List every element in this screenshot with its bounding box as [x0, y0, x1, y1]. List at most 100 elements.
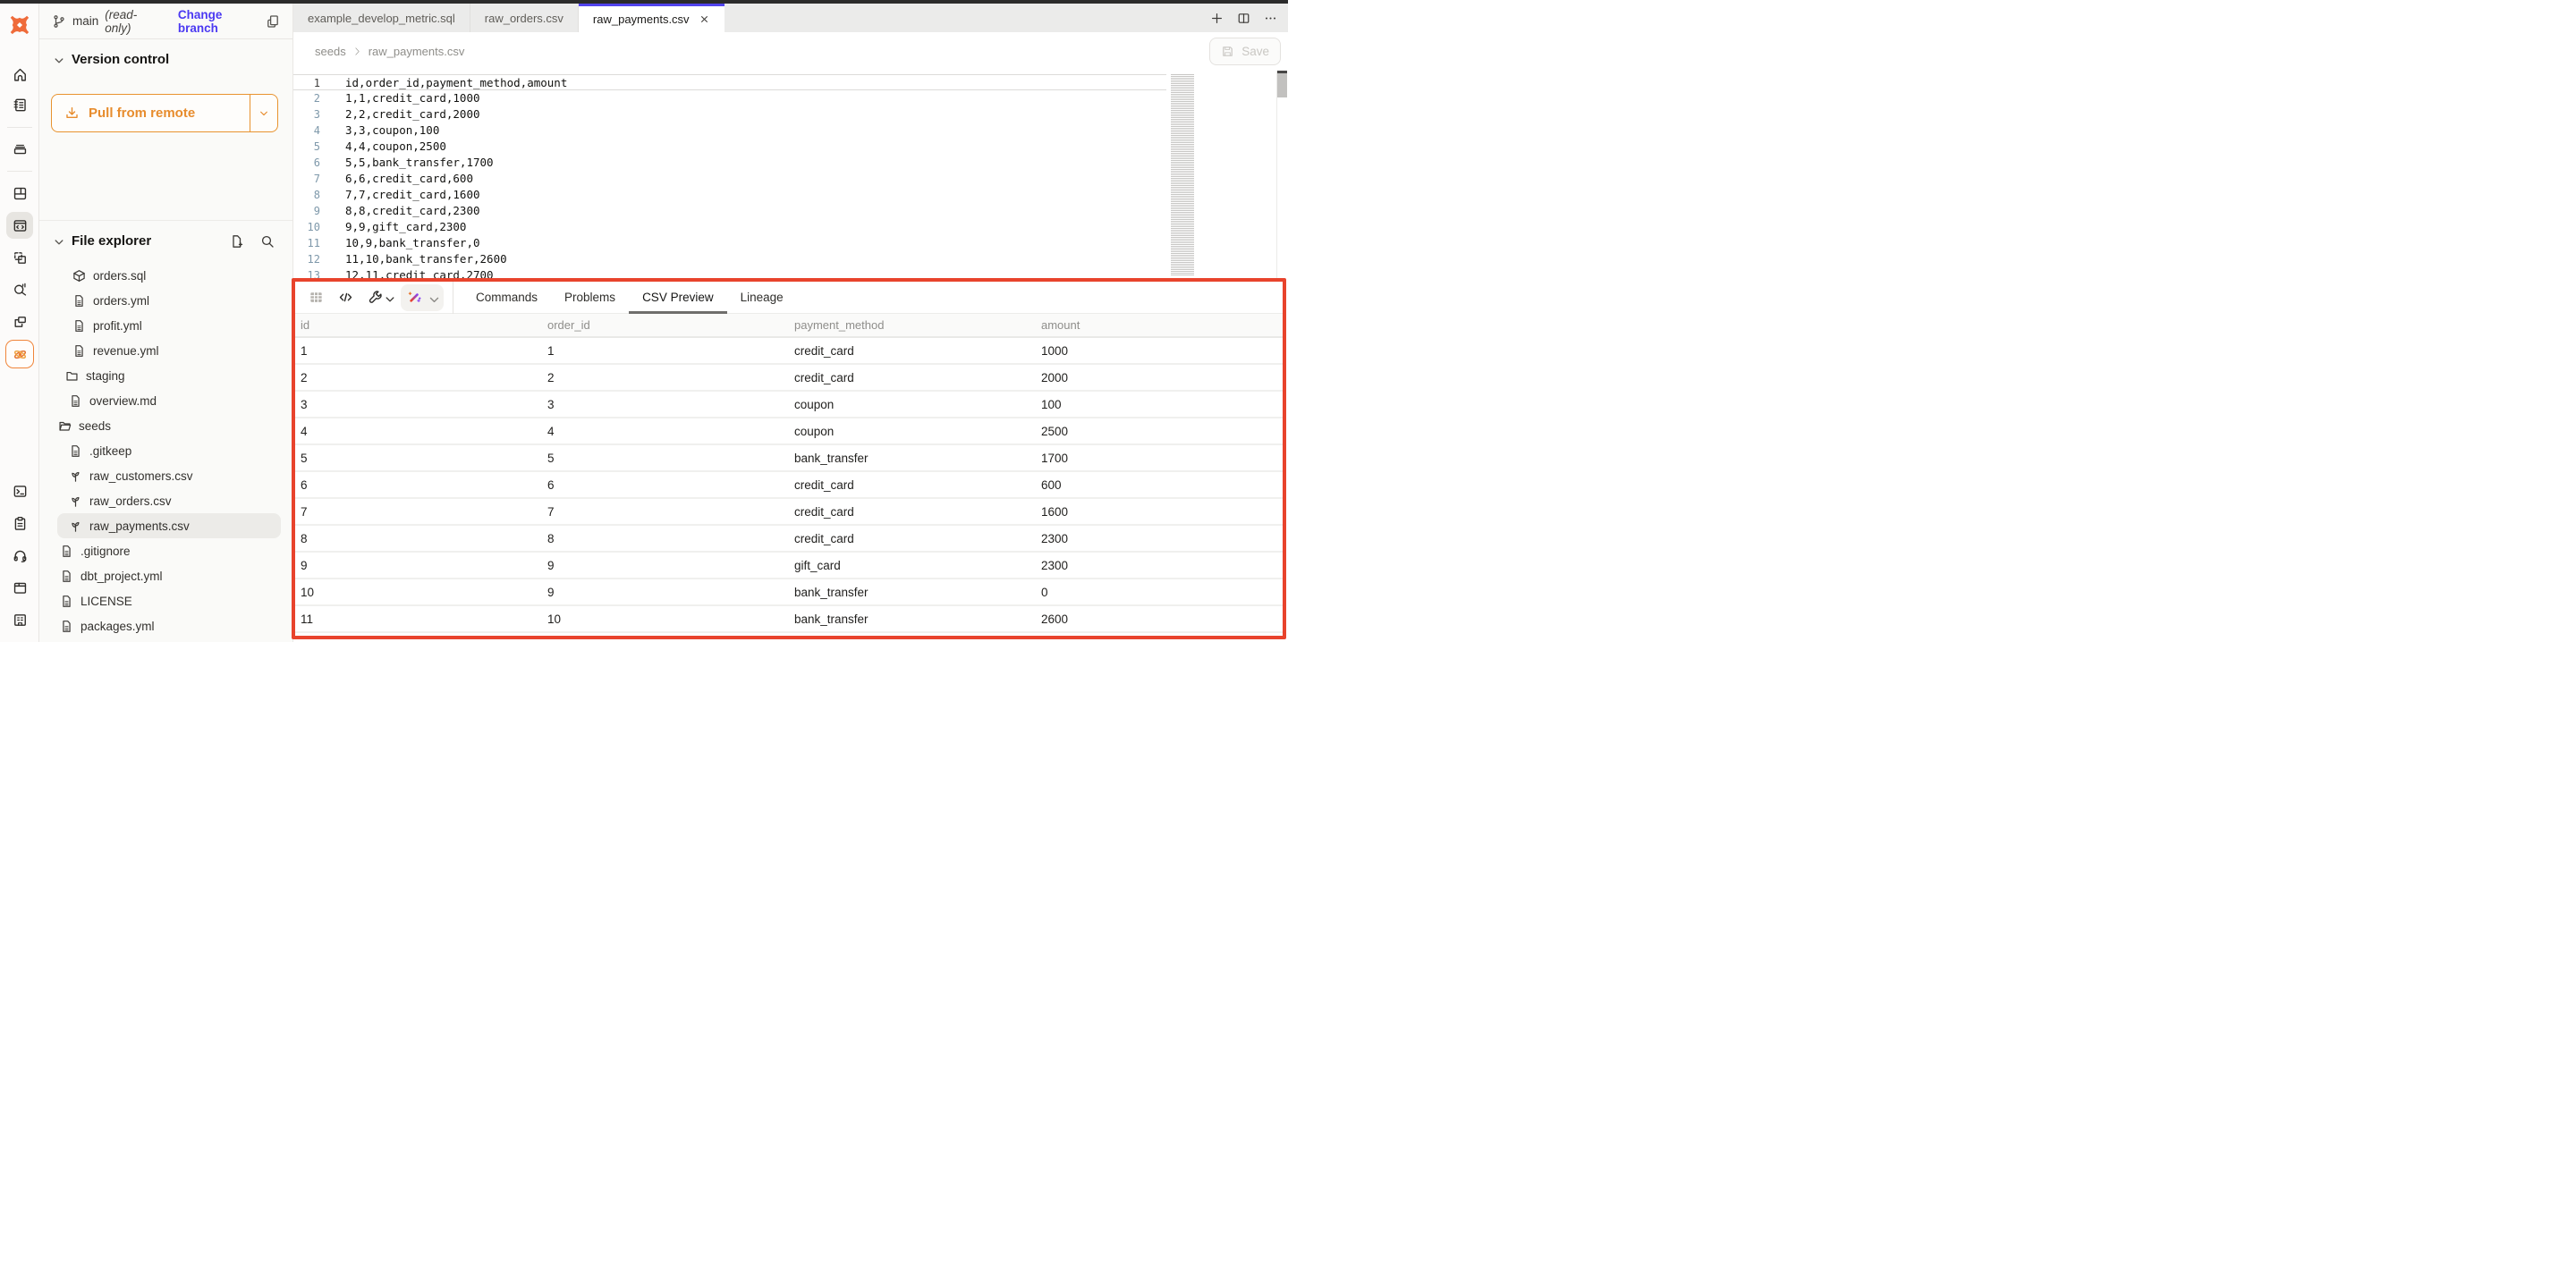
line-number: 2	[293, 90, 331, 106]
code-view-icon[interactable]	[334, 286, 357, 309]
main-area: example_develop_metric.sql raw_orders.csv…	[293, 4, 1288, 642]
rail-copilot-button[interactable]	[5, 340, 34, 368]
ai-assist-button[interactable]	[401, 284, 444, 311]
table-cell: bank_transfer	[789, 586, 1036, 599]
file-item-profit.yml[interactable]: profit.yml	[39, 313, 281, 338]
rail-catalog-button[interactable]	[6, 135, 33, 162]
editor-line-8[interactable]: 87,7,credit_card,1600	[293, 187, 1166, 203]
change-branch-link[interactable]: Change branch	[178, 8, 259, 35]
line-number: 5	[293, 139, 331, 155]
rail-home-button[interactable]	[6, 61, 33, 88]
copy-icon[interactable]	[266, 14, 280, 29]
editor-line-6[interactable]: 65,5,bank_transfer,1700	[293, 155, 1166, 171]
magic-wand-icon	[407, 290, 422, 305]
minimap[interactable]	[1171, 74, 1203, 276]
chev-down-icon	[383, 292, 397, 307]
file-item-staging[interactable]: staging	[39, 363, 281, 388]
file-item-label: .gitignore	[80, 545, 131, 558]
editor-line-9[interactable]: 98,8,credit_card,2300	[293, 203, 1166, 219]
panel-tab-problems[interactable]: Problems	[551, 282, 629, 314]
file-item-label: revenue.yml	[93, 344, 159, 358]
more-options-icon[interactable]	[1264, 12, 1277, 25]
file-item-raw_customers.csv[interactable]: raw_customers.csv	[39, 463, 281, 488]
file-item-label: raw_payments.csv	[89, 520, 190, 533]
split-view-icon[interactable]	[1237, 12, 1250, 25]
editor-tab-example_develop_metric.sql[interactable]: example_develop_metric.sql	[293, 4, 470, 32]
tab-label: example_develop_metric.sql	[308, 12, 455, 25]
rail-notebook-button[interactable]	[6, 91, 33, 118]
save-button[interactable]: Save	[1209, 38, 1281, 65]
file-explorer-header[interactable]: File explorer	[39, 221, 292, 256]
editor-line-13[interactable]: 1312,11,credit_card,2700	[293, 267, 1166, 278]
rail-windows-button[interactable]	[6, 308, 33, 335]
rail-clipboard-button[interactable]	[6, 510, 33, 536]
table-row: 88credit_card2300	[295, 526, 1283, 553]
rail-selection-button[interactable]	[6, 244, 33, 271]
pull-from-remote-button[interactable]: Pull from remote	[51, 94, 278, 132]
rail-support-button[interactable]	[6, 542, 33, 569]
line-number: 1	[293, 75, 331, 89]
version-control-header[interactable]: Version control	[39, 39, 292, 74]
search-icon[interactable]	[260, 234, 275, 249]
table-cell: 3	[542, 398, 789, 411]
editor-line-11[interactable]: 1110,9,bank_transfer,0	[293, 235, 1166, 251]
editor-scrollbar[interactable]	[1276, 71, 1288, 278]
line-text: 7,7,credit_card,1600	[331, 187, 480, 203]
file-item-revenue.yml[interactable]: revenue.yml	[39, 338, 281, 363]
editor-line-5[interactable]: 54,4,coupon,2500	[293, 139, 1166, 155]
editor-line-4[interactable]: 43,3,coupon,100	[293, 122, 1166, 139]
close-icon[interactable]	[699, 13, 710, 25]
editor-tab-raw_orders.csv[interactable]: raw_orders.csv	[470, 4, 579, 32]
table-cell: coupon	[789, 398, 1036, 411]
file-item-.gitkeep[interactable]: .gitkeep	[39, 438, 281, 463]
scrollbar-thumb[interactable]	[1277, 73, 1287, 97]
table-view-icon[interactable]	[304, 286, 327, 309]
line-text: 11,10,bank_transfer,2600	[331, 251, 507, 267]
file-item-label: packages.yml	[80, 620, 155, 633]
rail-explore-button[interactable]	[6, 275, 33, 302]
file-item-label: raw_customers.csv	[89, 469, 193, 483]
code-editor[interactable]: 1id,order_id,payment_method,amount21,1,c…	[293, 71, 1288, 278]
file-item-overview.md[interactable]: overview.md	[39, 388, 281, 413]
atom-icon	[13, 347, 28, 362]
line-number: 7	[293, 171, 331, 187]
file-item-raw_orders.csv[interactable]: raw_orders.csv	[39, 488, 281, 513]
editor-line-3[interactable]: 32,2,credit_card,2000	[293, 106, 1166, 122]
file-item-orders.sql[interactable]: orders.sql	[39, 263, 281, 288]
rail-dashboard-button[interactable]	[6, 180, 33, 207]
table-cell: 0	[1036, 586, 1283, 599]
file-item-dbt_project.yml[interactable]: dbt_project.yml	[39, 563, 281, 588]
download-icon	[64, 106, 80, 121]
rail-browser-button[interactable]	[6, 574, 33, 601]
new-file-icon[interactable]	[230, 234, 244, 249]
chev-down-icon	[258, 107, 270, 120]
panel-tab-lineage[interactable]: Lineage	[727, 282, 797, 314]
file-item-packages.yml[interactable]: packages.yml	[39, 613, 281, 638]
editor-line-2[interactable]: 21,1,credit_card,1000	[293, 90, 1166, 106]
pull-options-dropdown[interactable]	[250, 95, 277, 131]
save-label: Save	[1241, 45, 1269, 58]
rail-terminal-button[interactable]	[6, 477, 33, 504]
chevron-down-icon[interactable]	[383, 292, 394, 303]
editor-line-12[interactable]: 1211,10,bank_transfer,2600	[293, 251, 1166, 267]
panel-tab-commands[interactable]: Commands	[462, 282, 551, 314]
editor-tab-raw_payments.csv[interactable]: raw_payments.csv	[579, 4, 724, 32]
new-tab-icon[interactable]	[1210, 12, 1224, 25]
panel-tab-csv-preview[interactable]: CSV Preview	[629, 282, 727, 314]
editor-line-7[interactable]: 76,6,credit_card,600	[293, 171, 1166, 187]
crumb-chev-icon	[352, 46, 362, 56]
breadcrumb-folder[interactable]: seeds	[315, 45, 346, 58]
file-item-.gitignore[interactable]: .gitignore	[39, 538, 281, 563]
rail-organization-button[interactable]	[6, 606, 33, 633]
column-header-payment_method: payment_method	[789, 318, 1036, 332]
editor-line-1[interactable]: 1id,order_id,payment_method,amount	[293, 74, 1166, 90]
file-item-LICENSE[interactable]: LICENSE	[39, 588, 281, 613]
new-file-icon	[230, 234, 244, 249]
wrench-icon	[368, 290, 383, 305]
editor-line-10[interactable]: 109,9,gift_card,2300	[293, 219, 1166, 235]
file-item-seeds[interactable]: seeds	[39, 413, 281, 438]
table-cell: 8	[542, 532, 789, 545]
rail-code-editor-button[interactable]	[6, 212, 33, 239]
file-item-orders.yml[interactable]: orders.yml	[39, 288, 281, 313]
file-item-raw_payments.csv[interactable]: raw_payments.csv	[57, 513, 281, 538]
